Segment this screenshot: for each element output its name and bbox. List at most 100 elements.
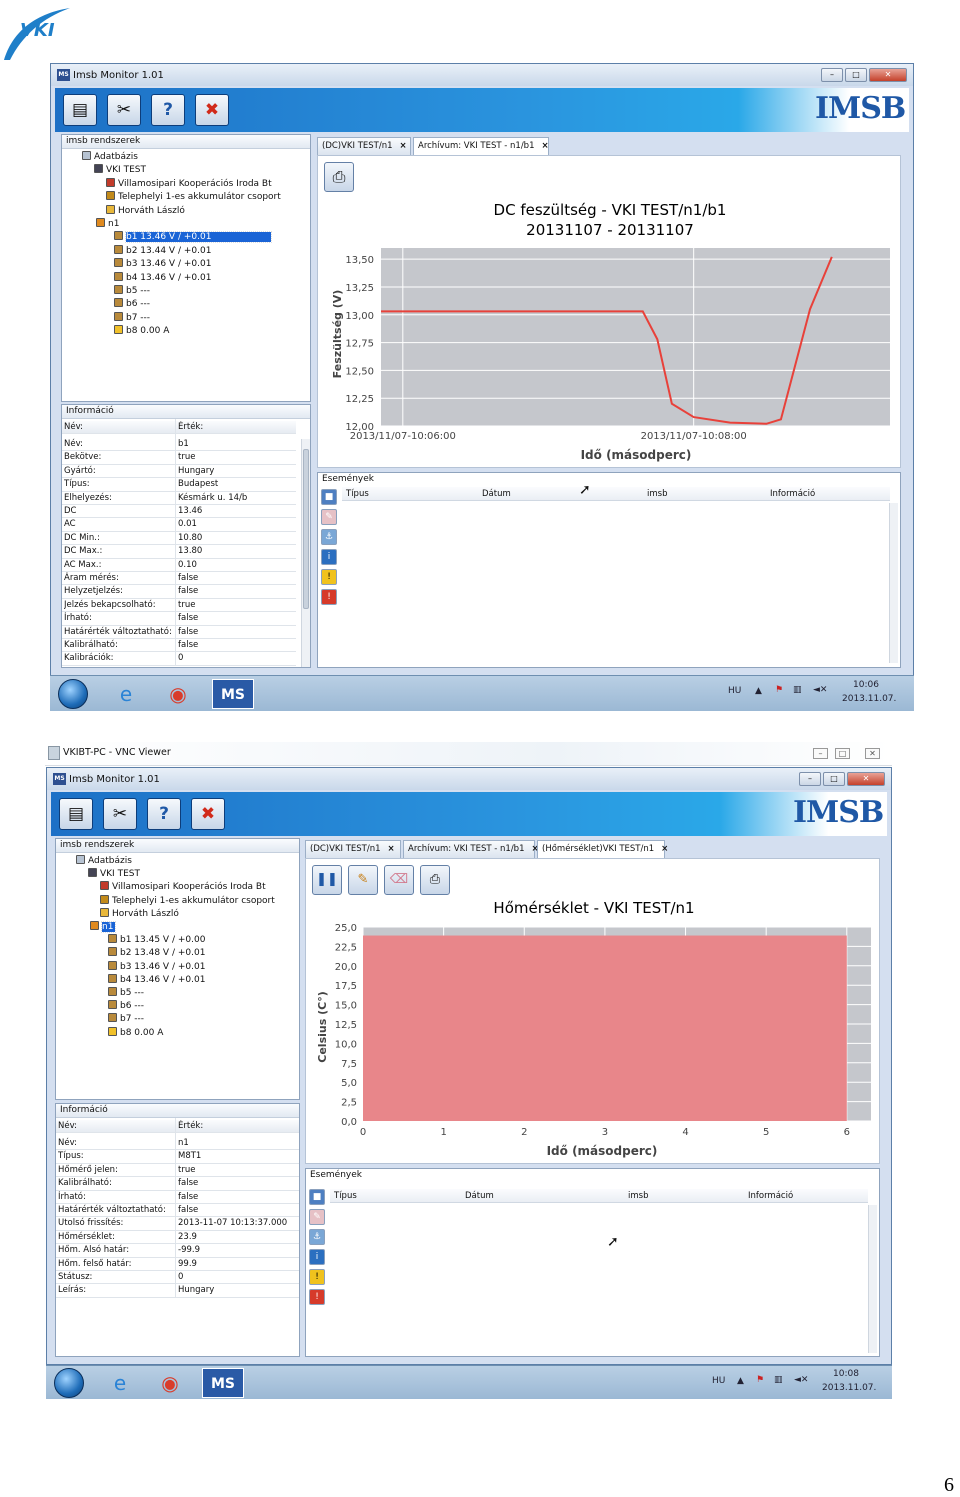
vnc-minimize-button[interactable]: – — [813, 748, 828, 759]
volume-muted-icon[interactable]: ◄✕ — [813, 685, 827, 695]
settings-button[interactable]: ✂ — [107, 94, 141, 126]
chart-tab[interactable]: (DC)VKI TEST/n1 × — [305, 840, 401, 858]
info-icon[interactable]: i — [321, 549, 337, 565]
tree-node[interactable]: VKI TEST — [88, 868, 140, 881]
event-filter-icon[interactable]: ■ — [309, 1189, 325, 1205]
clock-time[interactable]: 10:06 — [853, 680, 879, 690]
tab-close-icon[interactable]: × — [542, 141, 549, 151]
event-filter-icon[interactable]: ■ — [321, 489, 337, 505]
tree-node[interactable]: Villamosipari Kooperációs Iroda Bt — [106, 177, 272, 191]
tab-close-icon[interactable]: × — [388, 844, 395, 854]
flag-icon[interactable]: ⚑ — [756, 1375, 764, 1385]
maximize-button[interactable]: □ — [823, 772, 845, 786]
exit-button[interactable]: ✖ — [191, 798, 225, 830]
settings-button[interactable]: ✂ — [103, 798, 137, 830]
tree-node[interactable]: n1 — [90, 921, 117, 934]
vnc-maximize-button[interactable]: □ — [835, 748, 850, 759]
chart-tab[interactable]: (Hőmérséklet)VKI TEST/n1 × — [537, 840, 668, 858]
tree-node[interactable]: Horváth László — [106, 204, 185, 218]
events-scrollbar[interactable] — [889, 503, 898, 663]
help-button[interactable]: ? — [147, 798, 181, 830]
imsb-app-icon[interactable]: MS — [212, 679, 254, 709]
tray-arrow-icon[interactable]: ▲ — [737, 1376, 744, 1386]
error-icon[interactable]: ! — [321, 589, 337, 605]
tree-node[interactable]: b5 --- — [108, 987, 144, 1000]
chrome-icon[interactable]: ◉ — [154, 1368, 186, 1398]
tab-close-icon[interactable]: × — [661, 844, 668, 854]
close-window-button[interactable]: ✕ — [869, 68, 907, 82]
tree-node[interactable]: b7 --- — [114, 311, 150, 325]
tree-node[interactable]: n1 — [96, 218, 119, 231]
grid-col-name[interactable]: Név: — [64, 421, 83, 434]
language-indicator[interactable]: HU — [712, 1376, 725, 1386]
add-device-button[interactable]: ▤ — [63, 94, 97, 126]
tree-node[interactable]: b1 13.46 V / +0.01 — [114, 231, 273, 244]
info-scrollbar[interactable] — [301, 439, 310, 667]
eraser-icon[interactable]: ✎ — [321, 509, 337, 525]
eraser-icon[interactable]: ✎ — [309, 1209, 325, 1225]
grid-col-name[interactable]: Név: — [58, 1120, 77, 1133]
col-date[interactable]: Dátum — [482, 489, 511, 499]
tree-node[interactable]: Villamosipari Kooperációs Iroda Bt — [100, 881, 266, 894]
start-button-icon[interactable] — [54, 1368, 84, 1398]
start-button-icon[interactable] — [58, 679, 88, 709]
col-date[interactable]: Dátum — [465, 1191, 494, 1201]
tree-node[interactable]: b5 --- — [114, 285, 150, 298]
ie-icon[interactable]: e — [110, 679, 142, 709]
help-button[interactable]: ? — [151, 94, 185, 126]
volume-muted-icon[interactable]: ◄✕ — [794, 1375, 808, 1385]
col-type[interactable]: Típus — [334, 1191, 357, 1201]
flag-icon[interactable]: ⚑ — [775, 685, 783, 695]
tree-node[interactable]: b4 13.46 V / +0.01 — [114, 271, 211, 285]
exit-button[interactable]: ✖ — [195, 94, 229, 126]
chrome-icon[interactable]: ◉ — [162, 679, 194, 709]
clock-time[interactable]: 10:08 — [833, 1369, 859, 1379]
col-info[interactable]: Információ — [770, 489, 815, 499]
grid-col-value[interactable]: Érték: — [178, 1120, 203, 1133]
tree-node[interactable]: b6 --- — [108, 1000, 144, 1013]
tree-node[interactable]: b3 13.46 V / +0.01 — [108, 960, 205, 974]
tree-node[interactable]: Telephelyi 1-es akkumulátor csoport — [106, 191, 281, 204]
tray-arrow-icon[interactable]: ▲ — [755, 686, 762, 696]
col-type[interactable]: Típus — [346, 489, 369, 499]
warning-icon[interactable]: ! — [309, 1269, 325, 1285]
tree-node[interactable]: b4 13.46 V / +0.01 — [108, 973, 205, 987]
tree-node[interactable]: Telephelyi 1-es akkumulátor csoport — [100, 894, 275, 908]
tree-node[interactable]: b3 13.46 V / +0.01 — [114, 258, 211, 271]
minimize-button[interactable]: – — [799, 772, 821, 786]
clock-date[interactable]: 2013.11.07. — [822, 1383, 876, 1393]
error-icon[interactable]: ! — [309, 1289, 325, 1305]
chart-tab[interactable]: Archívum: VKI TEST - n1/b1 × — [413, 137, 549, 155]
minimize-button[interactable]: – — [821, 68, 843, 82]
tree-node[interactable]: b8 0.00 A — [114, 325, 169, 338]
tree-node[interactable]: VKI TEST — [94, 164, 146, 177]
anchor-icon[interactable]: ⚓ — [321, 529, 337, 545]
add-device-button[interactable]: ▤ — [59, 798, 93, 830]
tree-node[interactable]: b2 13.44 V / +0.01 — [114, 244, 211, 258]
tree-node[interactable]: b1 13.45 V / +0.00 — [108, 934, 205, 947]
imsb-app-icon[interactable]: MS — [202, 1368, 244, 1398]
tree-node[interactable]: Adatbázis — [76, 855, 132, 868]
info-icon[interactable]: i — [309, 1249, 325, 1265]
maximize-button[interactable]: □ — [845, 68, 867, 82]
tab-close-icon[interactable]: × — [400, 141, 407, 151]
col-imsb[interactable]: imsb — [628, 1191, 648, 1201]
clock-date[interactable]: 2013.11.07. — [842, 694, 896, 704]
vnc-close-button[interactable]: ✕ — [865, 748, 880, 759]
network-icon[interactable]: ▥ — [793, 685, 802, 695]
close-window-button[interactable]: ✕ — [847, 772, 885, 786]
events-scrollbar[interactable] — [868, 1205, 877, 1353]
col-imsb[interactable]: imsb — [647, 489, 667, 499]
ie-icon[interactable]: e — [104, 1368, 136, 1398]
warning-icon[interactable]: ! — [321, 569, 337, 585]
tree-node[interactable]: Horváth László — [100, 907, 179, 921]
tree-node[interactable]: b7 --- — [108, 1013, 144, 1026]
chart-tab[interactable]: (DC)VKI TEST/n1 × — [317, 137, 411, 155]
network-icon[interactable]: ▥ — [774, 1375, 783, 1385]
language-indicator[interactable]: HU — [728, 686, 741, 696]
grid-col-value[interactable]: Érték: — [178, 421, 203, 434]
tree-node[interactable]: b6 --- — [114, 298, 150, 311]
chart-tab[interactable]: Archívum: VKI TEST - n1/b1 × — [403, 840, 539, 858]
tree-node[interactable]: b2 13.48 V / +0.01 — [108, 947, 205, 960]
tree-node[interactable]: b8 0.00 A — [108, 1026, 163, 1040]
